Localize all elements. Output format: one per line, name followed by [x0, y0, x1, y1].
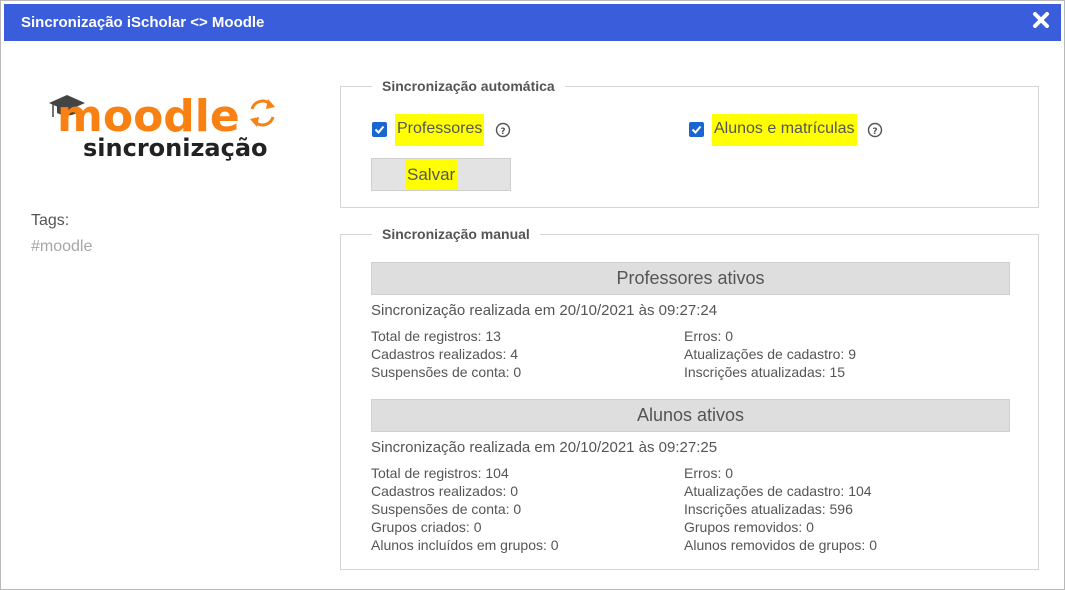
window-title: Sincronização iScholar <> Moodle — [21, 14, 265, 31]
auto-sync-legend: Sincronização automática — [382, 78, 555, 94]
stat-item: Suspensões de conta: 0 — [371, 364, 522, 380]
stat-item: Erros: 0 — [684, 465, 734, 481]
stat-item: Total de registros: 104 — [371, 465, 509, 481]
stat-item: Inscrições atualizadas: 596 — [684, 501, 853, 517]
save-button-label: Salvar — [405, 159, 458, 190]
dialog-window: Sincronização iScholar <> Moodle moodle … — [0, 0, 1065, 590]
svg-text:?: ? — [500, 127, 505, 137]
moodle-logo: moodle sincronização — [45, 83, 285, 163]
stat-item: Inscrições atualizadas: 15 — [684, 364, 846, 380]
stat-item: Grupos removidos: 0 — [684, 519, 814, 535]
stat-item: Grupos criados: 0 — [371, 519, 482, 535]
students-sync-time: Sincronização realizada em 20/10/2021 às… — [371, 439, 718, 456]
stat-item: Suspensões de conta: 0 — [371, 501, 522, 517]
stat-item: Alunos removidos de grupos: 0 — [684, 537, 877, 553]
save-button[interactable]: Salvar — [371, 158, 511, 191]
stat-item: Total de registros: 13 — [371, 328, 501, 344]
tags-label: Tags: — [31, 212, 70, 229]
professors-label[interactable]: Professores — [395, 114, 485, 146]
stat-item: Atualizações de cadastro: 104 — [684, 483, 872, 499]
professors-active-header: Professores ativos — [371, 262, 1010, 295]
students-checkbox[interactable] — [689, 122, 704, 137]
svg-text:?: ? — [872, 127, 877, 137]
sync-icon — [250, 99, 275, 127]
tag-link[interactable]: #moodle — [31, 238, 92, 256]
stat-item: Cadastros realizados: 0 — [371, 483, 519, 499]
stat-item: Cadastros realizados: 4 — [371, 346, 519, 362]
stat-item: Erros: 0 — [684, 328, 734, 344]
stat-item: Atualizações de cadastro: 9 — [684, 346, 856, 362]
students-label[interactable]: Alunos e matrículas — [712, 114, 857, 146]
manual-sync-legend: Sincronização manual — [382, 226, 530, 242]
stat-item: Alunos incluídos em grupos: 0 — [371, 537, 559, 553]
title-bar: Sincronização iScholar <> Moodle — [4, 4, 1061, 41]
logo-subtitle: sincronização — [83, 134, 268, 162]
help-icon[interactable]: ? — [867, 122, 883, 138]
students-active-header: Alunos ativos — [371, 399, 1010, 432]
close-icon[interactable] — [1030, 9, 1052, 31]
professors-checkbox[interactable] — [372, 122, 387, 137]
help-icon[interactable]: ? — [495, 122, 511, 138]
professors-sync-time: Sincronização realizada em 20/10/2021 às… — [371, 302, 718, 319]
